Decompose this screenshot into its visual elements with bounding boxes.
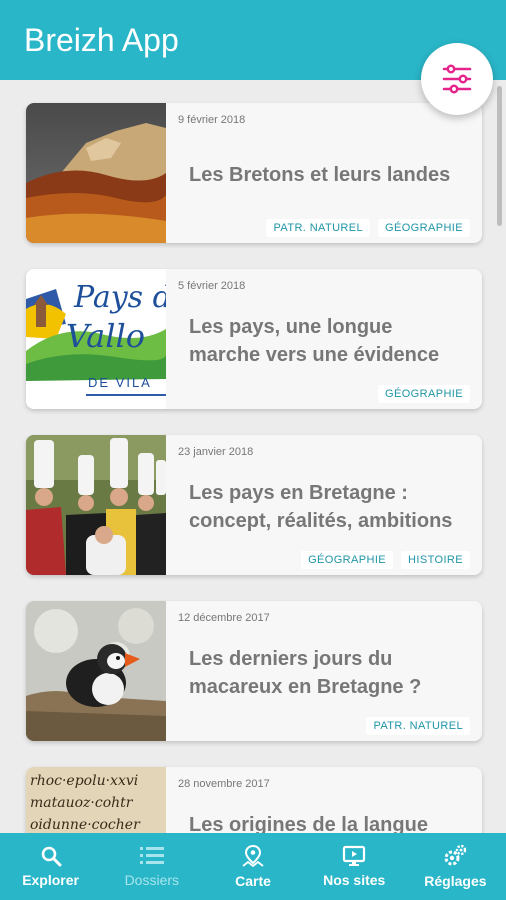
tag-badge[interactable]: PATR. NATUREL [266,219,371,237]
filter-sliders-icon [442,64,472,94]
article-thumbnail-landes [26,103,166,243]
article-card[interactable]: 23 janvier 2018 Les pays en Bretagne : c… [26,435,482,575]
article-list: 9 février 2018 Les Bretons et leurs land… [0,80,506,833]
scrollbar[interactable] [497,86,502,226]
nav-label: Dossiers [124,872,180,888]
article-date: 12 décembre 2017 [178,612,270,624]
nav-item-explorer[interactable]: Explorer [0,833,101,900]
map-pin-icon [242,844,264,868]
logo-text: DE VILA [88,375,152,390]
article-card[interactable]: Pays d Vallo DE VILA 5 février 2018 Les … [26,269,482,409]
nav-item-reglages[interactable]: Réglages [405,833,506,900]
article-title: Les pays en Bretagne : concept, réalités… [189,482,453,532]
manuscript-text: matauoz·cohtr [30,795,134,811]
article-title: Les Bretons et leurs landes [189,164,451,186]
manuscript-text: oidunne·cocher [30,817,141,833]
tag-badge[interactable]: PATR. NATUREL [366,717,470,735]
article-date: 23 janvier 2018 [178,446,254,458]
nav-item-nos-sites[interactable]: Nos sites [304,833,405,900]
article-thumbnail-manuscript: rhoc·epolu·xxvi matauoz·cohtr oidunne·co… [26,767,166,833]
article-tags: PATR. NATUREL GÉOGRAPHIE [266,219,470,237]
article-title: Les derniers jours du macareux en Bretag… [189,648,422,698]
gears-icon [444,844,467,866]
logo-text: Pays d [73,280,166,315]
article-title: Les origines de la langue [189,814,428,833]
article-title: Les pays, une longue marche vers une évi… [189,316,440,366]
list-icon [139,847,164,864]
monitor-icon [343,845,366,866]
search-icon [41,846,62,867]
tag-badge[interactable]: HISTOIRE [401,551,470,569]
tag-badge[interactable]: GÉOGRAPHIE [378,385,470,403]
article-card[interactable]: rhoc·epolu·xxvi matauoz·cohtr oidunne·co… [26,767,482,833]
article-thumbnail-macareux [26,601,166,741]
article-date: 9 février 2018 [178,114,246,126]
tag-badge[interactable]: GÉOGRAPHIE [301,551,394,569]
article-tags: GÉOGRAPHIE [378,385,470,403]
manuscript-text: rhoc·epolu·xxvi [30,773,138,789]
logo-text: Vallo [66,317,145,355]
article-card[interactable]: 12 décembre 2017 Les derniers jours du m… [26,601,482,741]
article-date: 28 novembre 2017 [178,778,270,790]
nav-label: Carte [235,873,271,889]
article-tags: GÉOGRAPHIE HISTOIRE [301,551,470,569]
nav-label: Explorer [22,872,79,888]
article-tags: PATR. NATUREL [366,717,470,735]
bottom-navigation: Explorer Dossiers Carte Nos sites Réglag… [0,833,506,900]
article-date: 5 février 2018 [178,280,246,292]
nav-item-dossiers[interactable]: Dossiers [101,833,202,900]
nav-label: Nos sites [323,872,386,888]
article-thumbnail-pays-logo: Pays d Vallo DE VILA [26,269,166,409]
tag-badge[interactable]: GÉOGRAPHIE [378,219,470,237]
article-thumbnail-bigoudenes [26,435,166,575]
nav-label: Réglages [424,873,487,889]
article-card[interactable]: 9 février 2018 Les Bretons et leurs land… [26,103,482,243]
filter-button[interactable] [421,43,493,115]
app-title: Breizh App [24,22,179,58]
nav-item-carte[interactable]: Carte [202,833,303,900]
